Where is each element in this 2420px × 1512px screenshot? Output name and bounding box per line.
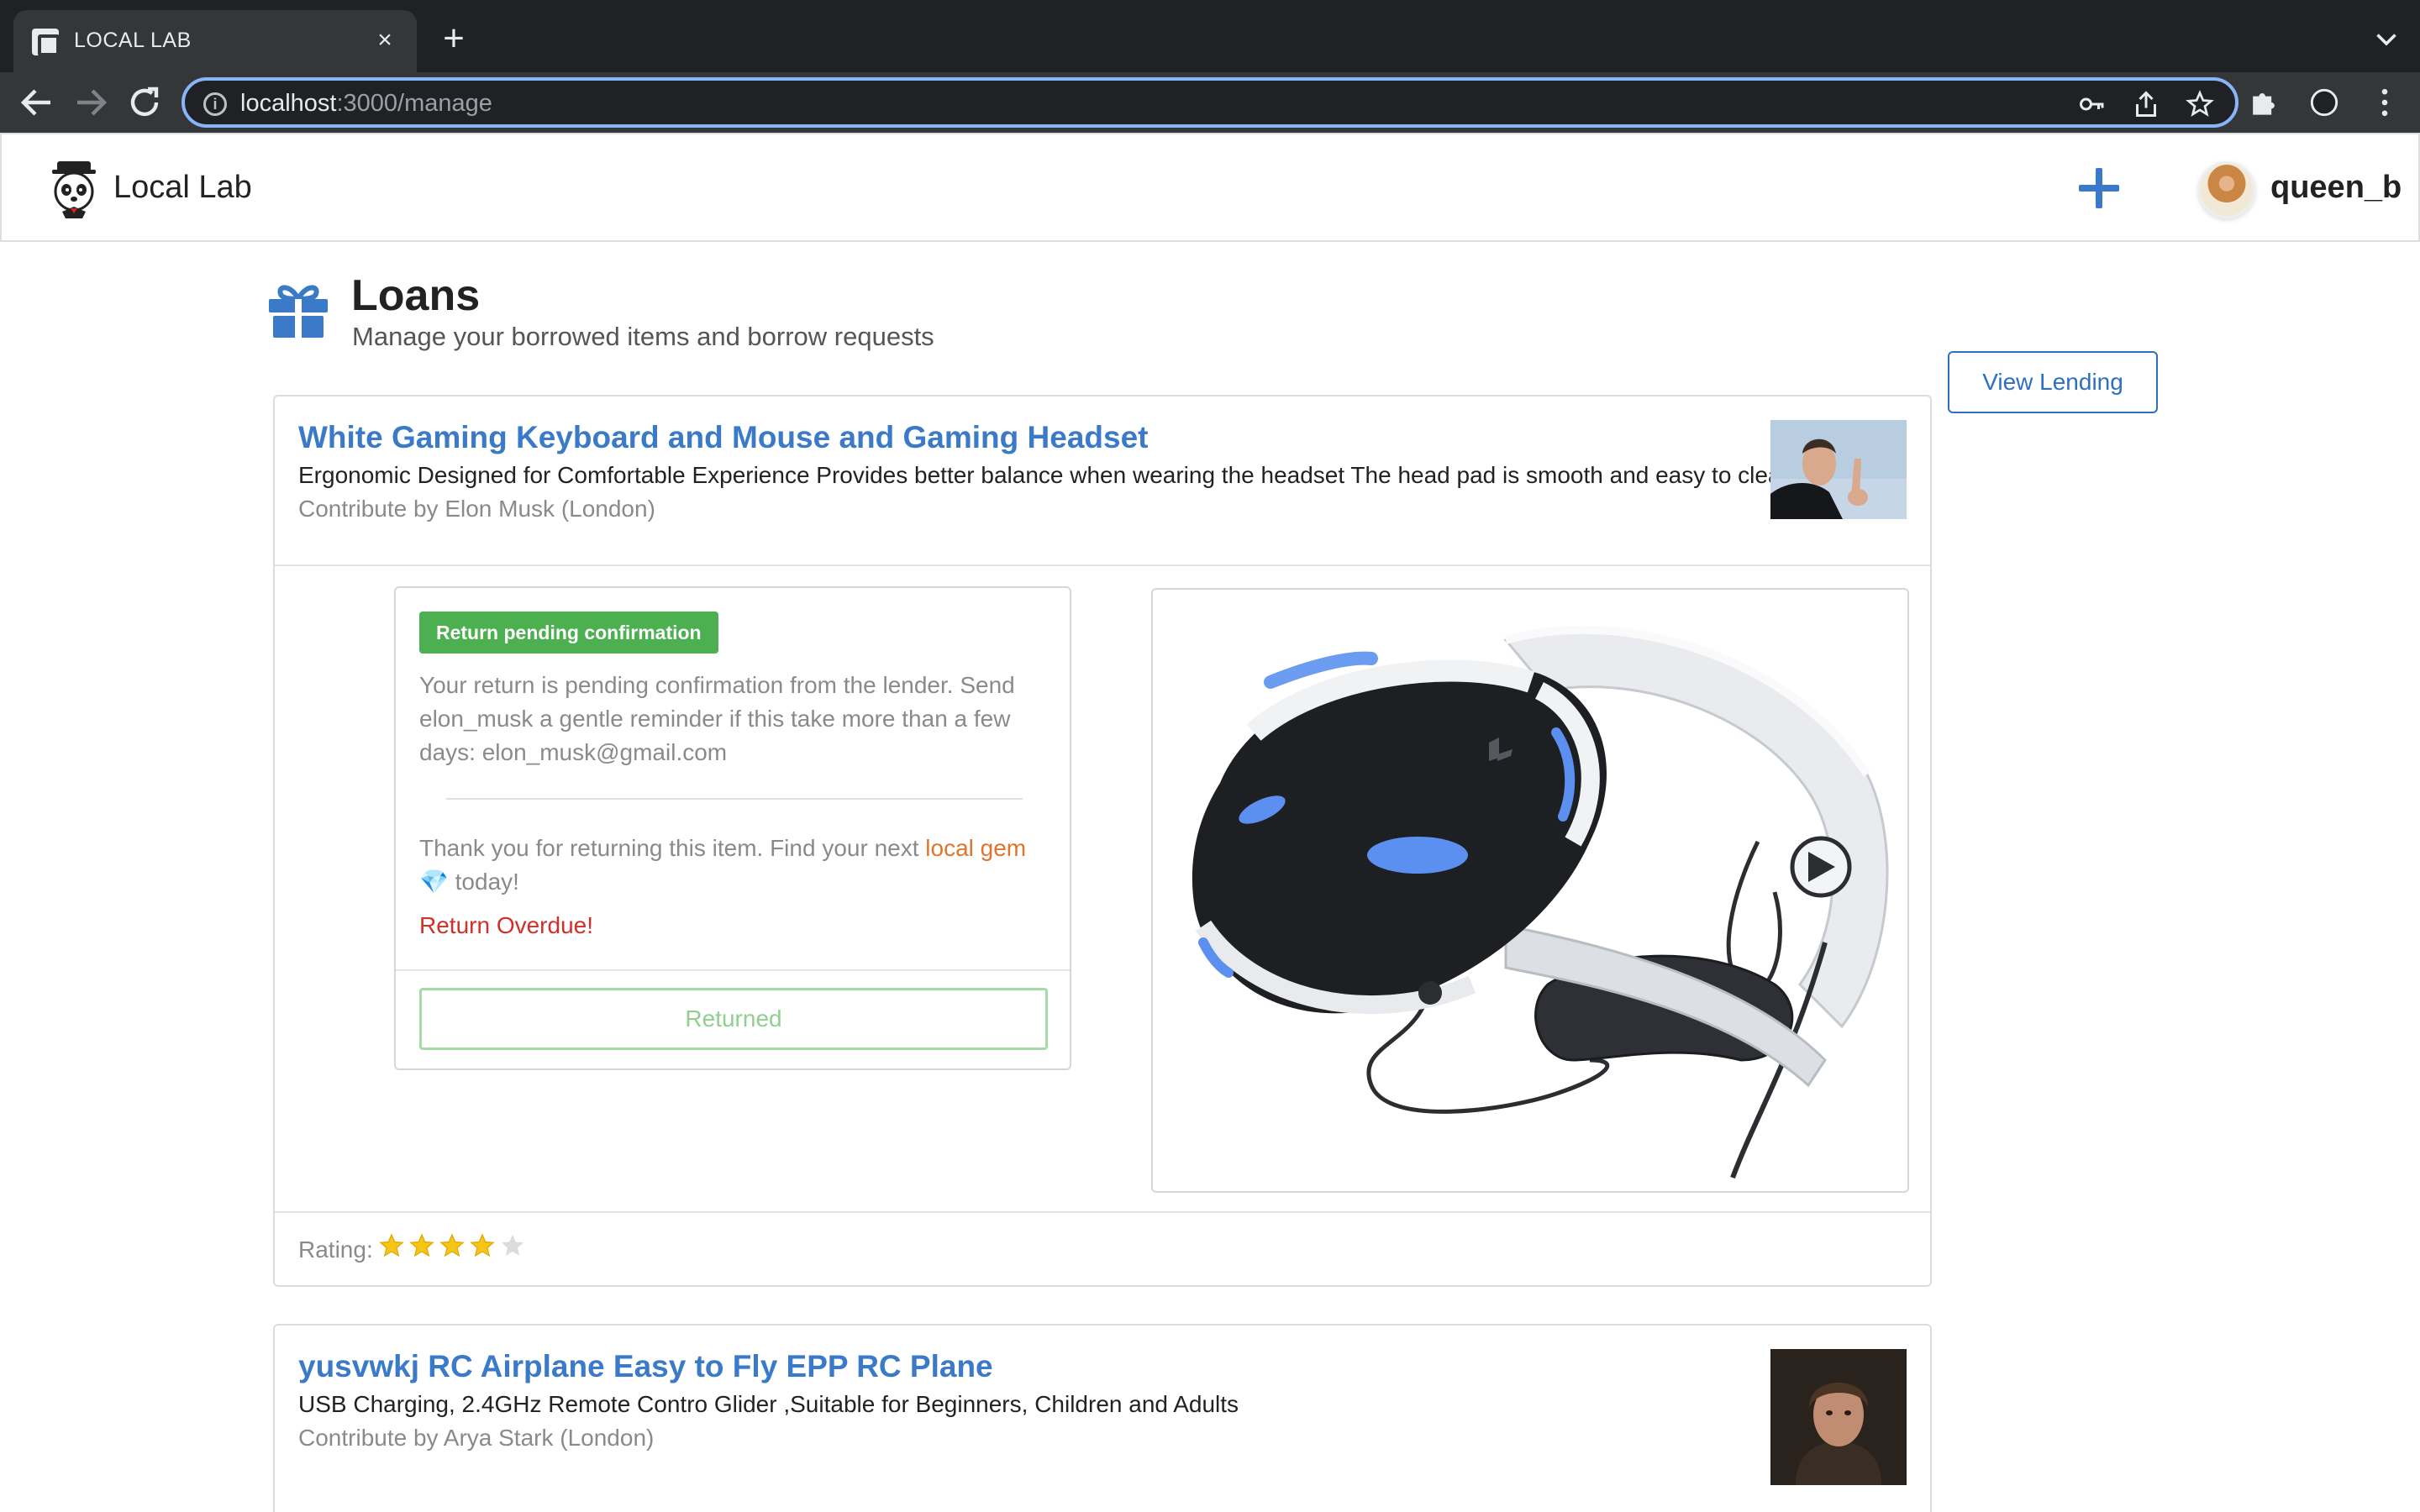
new-tab-plus-icon[interactable]: + — [434, 18, 474, 59]
card-divider — [275, 1211, 1930, 1213]
card-divider — [275, 564, 1930, 566]
overdue-warning: Return Overdue! — [419, 912, 593, 938]
page-title: Loans — [351, 271, 481, 320]
profile-circle-icon[interactable] — [2306, 84, 2343, 121]
item-contributor: Contribute by Elon Musk (London) — [298, 496, 655, 522]
back-arrow-icon[interactable] — [17, 82, 57, 123]
product-image — [1151, 588, 1909, 1193]
star-filled-icon — [470, 1233, 495, 1257]
owner-photo — [1770, 420, 1907, 519]
url-text[interactable]: localhost:3000/manage — [240, 90, 492, 118]
tab-title: LOCAL LAB — [74, 29, 192, 52]
loan-card: White Gaming Keyboard and Mouse and Gami… — [273, 395, 1932, 1287]
username[interactable]: queen_b — [2270, 170, 2402, 206]
view-lending-button[interactable]: View Lending — [1948, 351, 2158, 413]
item-title-link[interactable]: White Gaming Keyboard and Mouse and Gami… — [298, 420, 1148, 455]
star-empty-icon — [501, 1234, 524, 1256]
bookmark-star-icon[interactable] — [2185, 89, 2215, 119]
share-icon[interactable] — [2131, 89, 2161, 119]
local-gem-link[interactable]: local gem — [925, 835, 1026, 861]
rating-label: Rating: — [298, 1236, 373, 1263]
star-filled-icon — [409, 1233, 434, 1257]
add-plus-icon[interactable] — [2075, 165, 2123, 212]
returned-button[interactable]: Returned — [419, 988, 1048, 1050]
browser-tabstrip: LOCAL LAB × + — [0, 0, 2420, 72]
status-badge: Return pending confirmation — [419, 612, 718, 654]
reload-icon[interactable] — [124, 82, 165, 123]
forward-arrow-icon[interactable] — [71, 82, 111, 123]
brand-name[interactable]: Local Lab — [113, 170, 252, 206]
loan-status-panel: Return pending confirmation Your return … — [394, 586, 1071, 1070]
thanks-message: Thank you for returning this item. Find … — [419, 835, 1027, 895]
avatar[interactable] — [2198, 161, 2255, 218]
close-icon[interactable]: × — [368, 24, 402, 57]
browser-tab-active[interactable]: LOCAL LAB × — [13, 10, 417, 72]
more-menu-icon[interactable] — [2366, 84, 2403, 121]
page-subtitle: Manage your borrowed items and borrow re… — [352, 322, 934, 351]
vr-headset-image — [1192, 625, 1889, 1179]
owner-photo — [1770, 1349, 1907, 1485]
status-message: Your return is pending confirmation from… — [419, 672, 1015, 765]
divider — [446, 798, 1023, 800]
gift-icon — [269, 285, 328, 338]
divider — [396, 969, 1070, 971]
star-filled-icon — [439, 1233, 465, 1257]
item-contributor: Contribute by Arya Stark (London) — [298, 1425, 655, 1451]
chevron-down-icon[interactable] — [2371, 24, 2402, 54]
item-description: USB Charging, 2.4GHz Remote Contro Glide… — [298, 1391, 1239, 1417]
item-title-link[interactable]: yusvwkj RC Airplane Easy to Fly EPP RC P… — [298, 1349, 993, 1384]
site-favicon-icon — [32, 29, 60, 56]
browser-toolbar: i localhost:3000/manage — [0, 72, 2420, 133]
star-rating — [379, 1233, 525, 1258]
item-description: Ergonomic Designed for Comfortable Exper… — [298, 462, 1795, 488]
loan-card: yusvwkj RC Airplane Easy to Fly EPP RC P… — [273, 1324, 1932, 1512]
star-filled-icon — [379, 1233, 404, 1257]
panda-logo-icon[interactable] — [45, 160, 103, 220]
key-icon[interactable] — [2077, 89, 2107, 119]
gem-icon: 💎 — [419, 869, 449, 895]
extensions-puzzle-icon[interactable] — [2245, 84, 2282, 121]
site-info-icon[interactable]: i — [203, 92, 227, 116]
app-header: Local Lab queen_b — [0, 133, 2420, 242]
address-bar[interactable]: i localhost:3000/manage — [182, 77, 2238, 128]
